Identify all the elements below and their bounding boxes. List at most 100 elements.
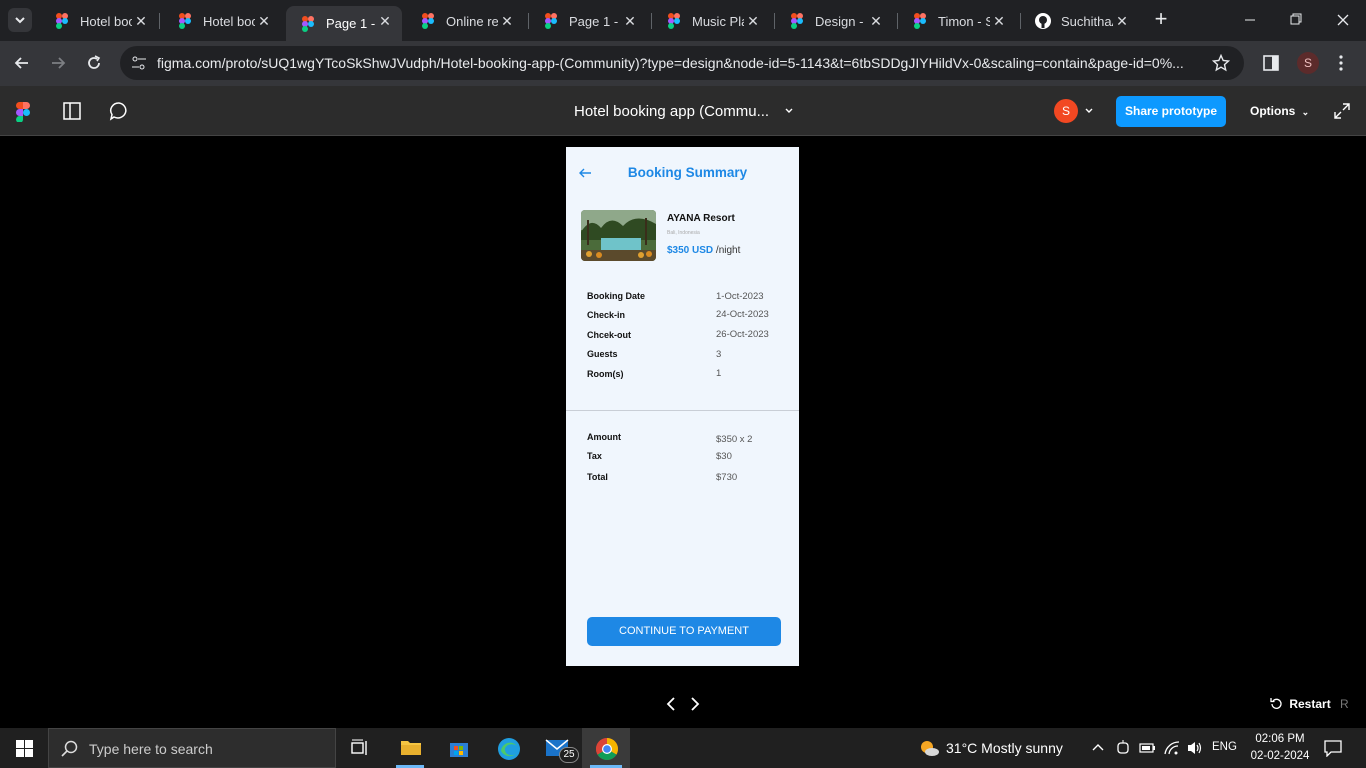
clock-time: 02:06 PM	[1255, 733, 1305, 745]
chrome-button[interactable]	[582, 728, 630, 768]
figma-icon	[668, 13, 680, 29]
chrome-icon	[596, 738, 618, 760]
chevron-down-icon[interactable]	[784, 107, 794, 115]
chevron-down-icon[interactable]	[1084, 107, 1094, 115]
restart-shortcut: R	[1340, 697, 1349, 711]
comment-icon[interactable]	[109, 101, 129, 121]
figma-toolbar: Hotel booking app (Commu... S Share prot…	[0, 86, 1366, 136]
browser-tab-active[interactable]: Page 1 - Hotel ✕	[286, 6, 402, 41]
profile-initial: S	[1303, 56, 1312, 70]
github-icon	[1035, 13, 1051, 29]
back-arrow-icon[interactable]	[12, 53, 32, 73]
site-settings-icon[interactable]	[130, 55, 148, 71]
close-icon[interactable]: ✕	[376, 12, 394, 30]
task-view-icon[interactable]	[350, 739, 370, 757]
tab-title: Page 1 - Online	[569, 13, 621, 29]
system-clock[interactable]: 02:06 PM 02-02-2024	[1240, 731, 1320, 765]
figma-icon	[422, 13, 434, 29]
share-prototype-button[interactable]: Share prototype	[1116, 96, 1226, 127]
edge-browser-button[interactable]	[484, 728, 532, 768]
detail-value: 3	[716, 349, 722, 360]
tab-search-button[interactable]	[8, 8, 32, 32]
figma-icon	[179, 13, 191, 29]
restart-label: Restart	[1289, 697, 1331, 711]
meet-now-icon[interactable]	[1115, 740, 1131, 756]
browser-toolbar: figma.com/proto/sUQ1wgYTcoSkShwJVudph/Ho…	[0, 41, 1366, 86]
edge-icon	[498, 738, 520, 760]
wifi-icon[interactable]	[1163, 740, 1181, 756]
close-icon[interactable]: ✕	[132, 12, 150, 30]
browser-tab[interactable]: Hotel booking ✕	[40, 6, 158, 36]
restart-button[interactable]: Restart R	[1270, 697, 1349, 711]
address-bar[interactable]: figma.com/proto/sUQ1wgYTcoSkShwJVudph/Ho…	[120, 46, 1244, 80]
microsoft-store-button[interactable]	[435, 728, 483, 768]
windows-taskbar: Type here to search 25 31°C Mostly sunny…	[0, 728, 1366, 768]
figma-logo-icon[interactable]	[16, 102, 30, 122]
user-avatar[interactable]: S	[1054, 99, 1078, 123]
close-icon[interactable]: ✕	[498, 12, 516, 30]
close-icon[interactable]: ✕	[744, 12, 762, 30]
browser-tab-bar: Hotel booking ✕ Hotel booking ✕ Page 1 -…	[0, 0, 1366, 41]
browser-tab[interactable]: Page 1 - Online ✕	[529, 6, 647, 36]
figma-icon	[914, 13, 926, 29]
restore-button[interactable]	[1278, 8, 1314, 32]
browser-tab[interactable]: Timon - Spotify ✕	[898, 6, 1016, 36]
detail-label: Check-in	[587, 310, 626, 320]
tab-title: Design - Music	[815, 13, 867, 29]
hotel-location: Bali, Indonesia	[667, 230, 700, 236]
close-icon	[1337, 14, 1349, 26]
close-icon[interactable]: ✕	[1113, 12, 1131, 30]
minimize-button[interactable]	[1232, 8, 1268, 32]
next-frame-icon[interactable]	[688, 696, 702, 712]
tab-title: Online reservation	[446, 13, 498, 29]
previous-frame-icon[interactable]	[664, 696, 678, 712]
close-window-button[interactable]	[1325, 8, 1361, 32]
browser-tab[interactable]: Online reservation ✕	[406, 6, 524, 36]
mail-badge: 25	[559, 747, 579, 763]
battery-icon[interactable]	[1139, 741, 1157, 755]
page-title: Booking Summary	[627, 165, 748, 180]
close-icon[interactable]: ✕	[990, 12, 1008, 30]
fullscreen-icon[interactable]	[1334, 103, 1350, 119]
close-icon[interactable]: ✕	[255, 12, 273, 30]
new-tab-button[interactable]: +	[1150, 8, 1172, 31]
notification-icon[interactable]	[1324, 739, 1342, 757]
browser-tab[interactable]: Music Player ✕	[652, 6, 770, 36]
browser-tab[interactable]: SuchithaA ✕	[1021, 6, 1139, 36]
profile-avatar[interactable]: S	[1297, 52, 1319, 74]
browser-tab[interactable]: Hotel booking ✕	[163, 6, 281, 36]
bookmark-star-icon[interactable]	[1212, 54, 1230, 72]
restart-icon	[1270, 698, 1282, 709]
amount-label: Tax	[587, 451, 602, 461]
figma-icon	[545, 13, 557, 29]
file-title[interactable]: Hotel booking app (Commu...	[574, 103, 769, 120]
mail-button[interactable]: 25	[533, 728, 581, 768]
search-placeholder: Type here to search	[89, 741, 213, 757]
avatar-initial: S	[1061, 104, 1070, 118]
detail-value: 1	[716, 368, 722, 379]
options-button[interactable]: Options ⌄	[1250, 104, 1309, 118]
taskbar-search-box[interactable]: Type here to search	[48, 728, 336, 768]
input-language[interactable]: ENG	[1212, 741, 1237, 753]
volume-icon[interactable]	[1186, 740, 1204, 756]
price-unit: /night	[715, 245, 741, 256]
figma-icon	[302, 15, 314, 32]
tab-title: SuchithaA	[1061, 13, 1113, 29]
forward-arrow-icon[interactable]	[48, 53, 68, 73]
browser-tab[interactable]: Design - Music ✕	[775, 6, 893, 36]
partly-sunny-icon	[921, 741, 939, 756]
weather-widget[interactable]: 31°C Mostly sunny	[918, 739, 1063, 757]
chevron-up-icon[interactable]	[1091, 741, 1105, 755]
amount-value: $730	[716, 472, 738, 483]
more-vert-icon[interactable]	[1336, 53, 1346, 73]
detail-value: 24-Oct-2023	[716, 309, 769, 320]
windows-start-icon[interactable]	[16, 740, 33, 757]
file-explorer-button[interactable]	[386, 728, 434, 768]
reload-icon[interactable]	[84, 53, 104, 73]
close-icon[interactable]: ✕	[867, 12, 885, 30]
folder-icon	[401, 741, 421, 755]
continue-to-payment-button[interactable]: CONTINUE TO PAYMENT	[587, 617, 781, 646]
side-panel-icon[interactable]	[1262, 54, 1280, 72]
close-icon[interactable]: ✕	[621, 12, 639, 30]
sidebar-toggle-icon[interactable]	[62, 101, 82, 121]
